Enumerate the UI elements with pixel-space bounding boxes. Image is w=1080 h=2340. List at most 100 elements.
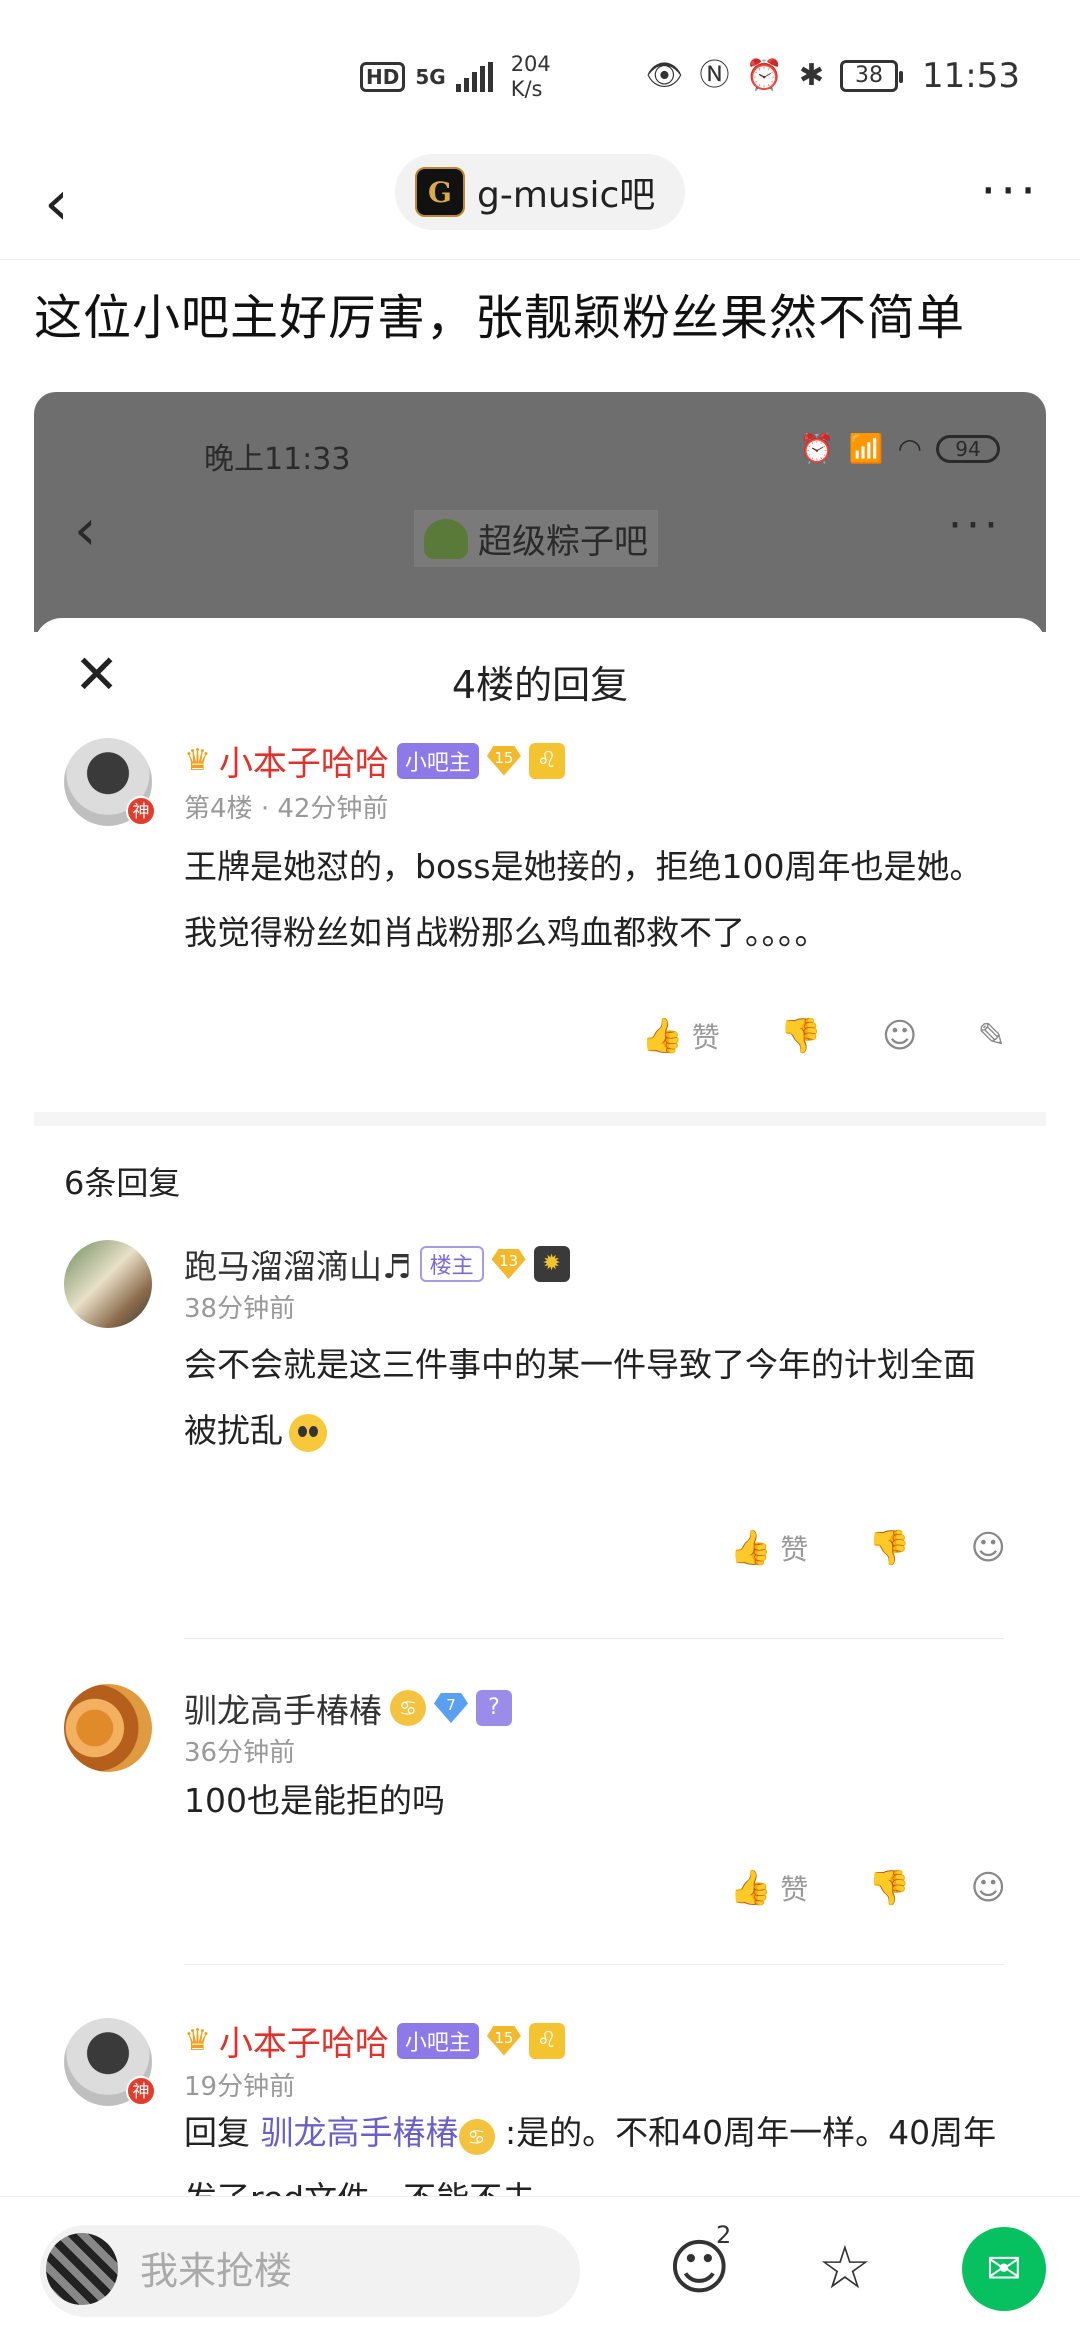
divider (184, 1638, 1004, 1639)
username: 跑马溜溜滴山♬ (184, 1247, 412, 1286)
like-label: 赞 (691, 1021, 720, 1054)
username: 小本子哈哈 (218, 2024, 389, 2064)
thumbs-up-icon: 👍 (729, 1528, 773, 1568)
more-dots-icon[interactable]: ··· (980, 162, 1040, 220)
avatar (64, 1240, 152, 1328)
leo-icon: ♌ (528, 2022, 565, 2059)
thumbs-up-icon: 👍 (641, 1016, 684, 1056)
reply-target: 驯龙高手椿椿 (260, 2113, 459, 2152)
reply-item: 驯龙高手椿椿 ♋ 7 ? 36分钟前 100也是能拒的吗 👍 赞 👎 ☺ (34, 1664, 1046, 1974)
level-badge: 15 (486, 2025, 521, 2056)
5g-icon: 5G (415, 65, 446, 89)
god-badge: 神 (126, 2076, 156, 2106)
wifi-icon: ◠ (897, 432, 922, 465)
reply-time: 38分钟前 (184, 1294, 296, 1324)
section-divider (34, 1112, 1046, 1126)
network-indicators: HD 5G 204 K/s (360, 52, 551, 102)
user-avatar[interactable] (46, 2233, 118, 2305)
post-title: 这位小吧主好厉害，张靓颖粉丝果然不简单 (34, 290, 966, 346)
comment-text: 王牌是她怼的，boss是她接的，拒绝100周年也是她。我觉得粉丝如肖战粉那么鸡血… (184, 847, 983, 952)
eye-icon: 👁 (645, 58, 684, 93)
reply-actions: 👍 赞 👎 ☺ (730, 1868, 1006, 1908)
question-badge-icon: ? (476, 1690, 512, 1726)
reply-input[interactable]: 我来抢楼 (40, 2225, 580, 2317)
crown-icon: ♛ (184, 743, 211, 778)
reply-text: 会不会就是这三件事中的某一件导致了今年的计划全面被扰乱 (184, 1332, 1004, 1464)
sun-badge-icon: ✹ (533, 1246, 570, 1282)
floor-label: 第4楼 (184, 794, 253, 824)
comment-meta: 第4楼 · 42分钟前 (184, 788, 388, 825)
username-row: 驯龙高手椿椿 ♋ 7 ? (184, 1684, 512, 1732)
hd-icon: HD (360, 62, 406, 92)
star-icon[interactable]: ☆ (818, 2233, 872, 2303)
comment-actions: 👍 赞 👎 ☺ ✎ (641, 1016, 1006, 1056)
signal-icon: 📶 (848, 432, 884, 465)
leo-icon: ♌ (528, 742, 565, 779)
wechat-icon[interactable]: ✉ (962, 2227, 1046, 2311)
emoji-icon (289, 1413, 327, 1452)
like-button: 👍 赞 (641, 1016, 719, 1056)
reply-item: 跑马溜溜滴山♬ 楼主 13 ✹ 38分钟前 会不会就是这三件事中的某一件导致了今… (34, 1218, 1046, 1688)
reply-time: 19分钟前 (184, 2072, 296, 2102)
screenshot-header: 晚上11:33 ⏰ 📶 ◠ 94 ‹ 超级粽子吧 ··· (34, 392, 1046, 632)
divider (184, 1964, 1004, 1965)
like-label: 赞 (780, 1873, 809, 1906)
role-tag: 楼主 (419, 1246, 484, 1282)
comment-count-badge: 2 (716, 2221, 732, 2249)
status-bar: HD 5G 204 K/s 👁 Ⓝ ⏰ ✱ 38 11:53 (0, 0, 1080, 150)
comment-icon: ☺ (970, 1868, 1006, 1908)
forum-pill[interactable]: G g-music吧 (395, 154, 685, 230)
thumbs-down-icon: 👎 (868, 1868, 911, 1908)
system-indicators: 👁 Ⓝ ⏰ ✱ 38 11:53 (645, 56, 1020, 96)
post-image[interactable]: 晚上11:33 ⏰ 📶 ◠ 94 ‹ 超级粽子吧 ··· ✕ 4楼的回复 神 ♛… (34, 392, 1046, 2340)
like-button: 👍 赞 (730, 1868, 808, 1908)
more-dots-icon: ··· (948, 500, 1002, 551)
like-button: 👍 赞 (730, 1528, 808, 1568)
reply-time: 36分钟前 (184, 1738, 296, 1768)
bluetooth-icon: ✱ (798, 58, 825, 93)
dislike-button: 👎 (780, 1016, 822, 1056)
username: 驯龙高手椿椿 (184, 1691, 382, 1730)
reply-button: ☺ (971, 1868, 1006, 1908)
chevron-left-icon[interactable]: ‹ (44, 168, 69, 238)
cancer-icon: ♋ (458, 2119, 495, 2155)
god-badge: 神 (126, 796, 156, 826)
alarm-icon: ⏰ (745, 58, 783, 93)
avatar (64, 1684, 152, 1772)
forum-logo (424, 518, 468, 559)
role-tag: 小吧主 (396, 2022, 479, 2059)
username-row: ♛ 小本子哈哈 小吧主 15 ♌ (184, 2016, 565, 2065)
level-badge: 13 (491, 1249, 526, 1279)
thumbs-up-icon: 👍 (729, 1868, 773, 1908)
level-badge: 7 (434, 1693, 468, 1723)
comment-icon: ☺ (882, 1016, 918, 1056)
reply-text: 100也是能拒的吗 (184, 1781, 445, 1820)
battery-icon: 38 (840, 60, 904, 92)
speed-unit: K/s (510, 77, 543, 101)
chevron-left-icon: ‹ (74, 498, 97, 563)
screenshot-forum-name: 超级粽子吧 (478, 522, 648, 562)
level-badge: 15 (486, 745, 521, 776)
bottom-bar: 我来抢楼 ☺ 2 ☆ ✉ (0, 2196, 1080, 2340)
meta-separator: · (260, 794, 278, 824)
top-nav: ‹ G g-music吧 ··· (0, 150, 1080, 260)
edit-button: ✎ (978, 1016, 1007, 1056)
comment-time: 42分钟前 (277, 794, 389, 824)
username-row: 跑马溜溜滴山♬ 楼主 13 ✹ (184, 1240, 570, 1288)
network-speed: 204 K/s (511, 52, 551, 102)
forum-name: g-music吧 (477, 175, 656, 216)
screenshot-time: 晚上11:33 (204, 442, 351, 477)
thumbs-down-icon: 👎 (868, 1528, 911, 1568)
username: 小本子哈哈 (218, 744, 389, 784)
main-comment: 神 ♛ 小本子哈哈 小吧主 15 ♌ 第4楼 · 42分钟前 王牌是她怼的，bo… (34, 618, 1046, 1098)
reply-actions: 👍 赞 👎 ☺ (730, 1528, 1006, 1568)
username-row: ♛ 小本子哈哈 小吧主 15 ♌ (184, 736, 565, 785)
alarm-icon: ⏰ (799, 432, 835, 465)
reply-sheet: ✕ 4楼的回复 神 ♛ 小本子哈哈 小吧主 15 ♌ 第4楼 · 42分钟前 王… (34, 618, 1046, 2340)
like-label: 赞 (780, 1533, 809, 1566)
cancer-icon: ♋ (390, 1690, 426, 1726)
nfc-icon: Ⓝ (699, 58, 730, 93)
crown-icon: ♛ (184, 2023, 211, 2058)
reply-count: 6条回复 (64, 1164, 181, 1202)
speed-value: 204 (510, 52, 551, 76)
